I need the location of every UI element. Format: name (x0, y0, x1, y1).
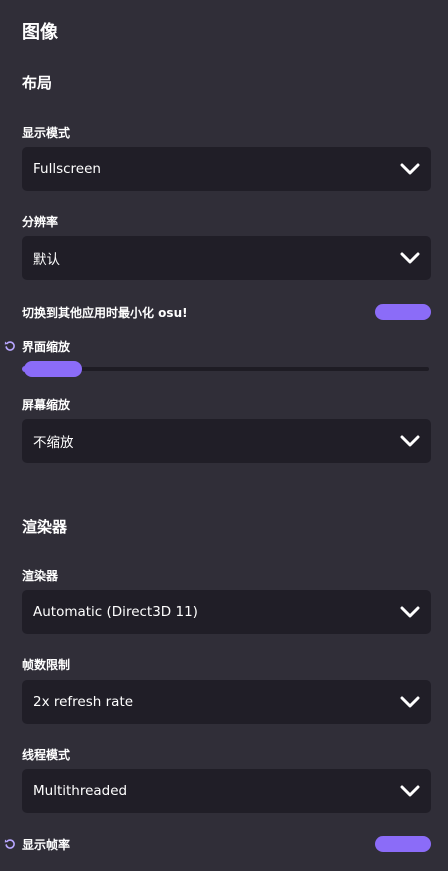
threading-mode-value: Multithreaded (33, 783, 128, 799)
frame-limiter-value: 2x refresh rate (33, 694, 134, 710)
display-mode-value: Fullscreen (33, 161, 101, 177)
threading-mode-dropdown[interactable]: Multithreaded (22, 769, 431, 813)
display-mode-label: 显示模式 (22, 126, 71, 140)
frame-limiter-dropdown[interactable]: 2x refresh rate (22, 680, 431, 724)
minimize-on-focus-loss-toggle[interactable] (375, 304, 431, 320)
display-mode-dropdown[interactable]: Fullscreen (22, 147, 431, 191)
resolution-label: 分辨率 (22, 215, 59, 229)
page-title: 图像 (22, 22, 58, 43)
show-fps-label: 显示帧率 (22, 838, 71, 852)
minimize-on-focus-loss-label: 切换到其他应用时最小化 osu! (22, 306, 188, 320)
chevron-down-icon (400, 252, 420, 264)
screen-scaling-label: 屏幕缩放 (22, 398, 71, 412)
chevron-down-icon (400, 435, 420, 447)
show-fps-toggle[interactable] (375, 836, 431, 852)
section-title-renderer: 渲染器 (22, 518, 68, 536)
ui-scale-slider-track[interactable] (28, 367, 429, 371)
frame-limiter-label: 帧数限制 (22, 658, 71, 672)
resolution-value: 默认 (33, 252, 60, 268)
screen-scaling-value: 不缩放 (33, 435, 74, 451)
chevron-down-icon (400, 163, 420, 175)
threading-mode-label: 线程模式 (22, 748, 71, 762)
chevron-down-icon (400, 606, 420, 618)
ui-scale-label: 界面缩放 (22, 340, 71, 354)
reset-icon[interactable] (4, 340, 16, 352)
resolution-dropdown[interactable]: 默认 (22, 236, 431, 280)
section-title-layout: 布局 (22, 74, 53, 92)
renderer-dropdown[interactable]: Automatic (Direct3D 11) (22, 590, 431, 634)
renderer-value: Automatic (Direct3D 11) (33, 604, 198, 620)
reset-icon[interactable] (4, 838, 16, 850)
chevron-down-icon (400, 785, 420, 797)
ui-scale-slider-handle[interactable] (24, 361, 82, 377)
chevron-down-icon (400, 696, 420, 708)
renderer-label: 渲染器 (22, 569, 59, 583)
screen-scaling-dropdown[interactable]: 不缩放 (22, 419, 431, 463)
